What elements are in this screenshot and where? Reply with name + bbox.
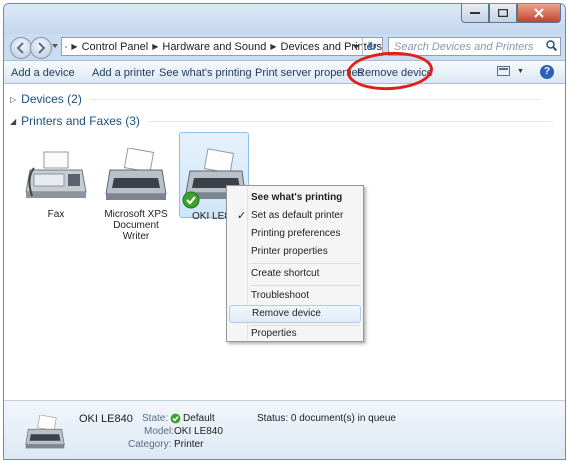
devices-group-header[interactable]: ▷ Devices (2) — [10, 92, 540, 106]
menu-item-printing-preferences[interactable]: Printing preferences — [229, 225, 361, 243]
printers-group-header[interactable]: ◢ Printers and Faxes (3) — [10, 114, 553, 128]
details-state-label: State: — [142, 413, 169, 424]
menu-separator — [250, 263, 360, 264]
devices-group-label: Devices (2) — [21, 92, 82, 106]
add-device-button[interactable]: Add a device — [11, 67, 75, 79]
breadcrumb-separator-icon: ▶ — [152, 42, 159, 51]
command-bar: Add a device Add a printer See what's pr… — [4, 60, 565, 84]
details-state-value: Default — [183, 413, 215, 424]
details-category-label: Category: — [128, 439, 172, 450]
navigation-bar: ▶ Control Panel ▶ Hardware and Sound ▶ D… — [4, 34, 565, 60]
device-fax[interactable]: Fax — [21, 148, 91, 220]
back-arrow-icon — [16, 42, 24, 54]
see-whats-printing-button[interactable]: See what's printing — [159, 67, 252, 79]
group-divider — [147, 120, 553, 122]
menu-separator — [250, 285, 360, 286]
address-bar[interactable]: ▶ Control Panel ▶ Hardware and Sound ▶ D… — [61, 37, 383, 56]
help-button[interactable]: ? — [540, 65, 554, 79]
window-controls — [461, 4, 561, 23]
device-microsoft-xps-document-writer[interactable]: Microsoft XPS Document Writer — [101, 147, 171, 242]
devices-and-printers-window: ▶ Control Panel ▶ Hardware and Sound ▶ D… — [3, 3, 566, 460]
search-placeholder: Search Devices and Printers — [394, 40, 534, 53]
breadcrumb-hardware-and-sound[interactable]: Hardware and Sound — [162, 41, 266, 53]
menu-item-set-as-default-printer[interactable]: ✓ Set as default printer — [229, 207, 361, 225]
device-label: OKI LE8 — [192, 211, 230, 222]
device-label: Fax — [47, 209, 65, 220]
details-pane: OKI LE840 State: Default Status: 0 docum… — [4, 400, 565, 459]
group-divider — [89, 98, 540, 100]
control-panel-icon — [65, 45, 68, 48]
minimize-button[interactable] — [461, 4, 489, 23]
expand-icon: ▷ — [10, 94, 17, 104]
back-button[interactable] — [10, 37, 32, 59]
help-icon: ? — [543, 66, 551, 77]
details-model-label: Model: — [144, 426, 175, 437]
checkmark-icon: ✓ — [237, 210, 247, 222]
change-view-button[interactable]: ▼ — [497, 66, 524, 77]
add-printer-button[interactable]: Add a printer — [92, 67, 155, 79]
fax-icon — [25, 151, 87, 198]
printer-icon — [105, 147, 167, 200]
maximize-button[interactable] — [489, 4, 517, 23]
refresh-icon: ↻ — [367, 41, 378, 53]
breadcrumb-control-panel[interactable]: Control Panel — [82, 41, 149, 53]
device-label: Microsoft XPS Document Writer — [104, 209, 168, 242]
context-menu: See what's printing ✓ Set as default pri… — [226, 185, 364, 342]
menu-item-create-shortcut[interactable]: Create shortcut — [229, 265, 361, 283]
collapse-icon: ◢ — [10, 116, 17, 126]
title-bar — [4, 4, 565, 34]
forward-arrow-icon — [38, 42, 46, 54]
printers-group-label: Printers and Faxes (3) — [21, 114, 140, 128]
menu-item-printer-properties[interactable]: Printer properties — [229, 243, 361, 261]
details-device-name: OKI LE840 — [79, 413, 133, 425]
default-checkmark-icon — [182, 191, 200, 209]
menu-item-label: Set as default printer — [251, 210, 344, 221]
close-button[interactable] — [517, 4, 561, 23]
device-list-pane: ▷ Devices (2) ◢ Printers and Faxes (3) F… — [4, 84, 565, 400]
details-category-value: Printer — [174, 439, 204, 450]
search-icon[interactable] — [542, 39, 560, 54]
chevron-down-icon: ▼ — [517, 68, 524, 75]
menu-item-troubleshoot[interactable]: Troubleshoot — [229, 287, 361, 305]
menu-item-properties[interactable]: Properties — [229, 325, 361, 343]
default-checkmark-icon — [170, 413, 181, 424]
address-history-dropdown[interactable] — [353, 45, 359, 49]
forward-button[interactable] — [30, 37, 52, 59]
details-status: Status: 0 document(s) in queue — [257, 413, 396, 424]
breadcrumb-separator-icon: ▶ — [270, 42, 277, 51]
printer-icon — [25, 415, 65, 449]
recent-pages-dropdown[interactable] — [52, 44, 58, 48]
details-model-value: OKI LE840 — [174, 426, 223, 437]
close-icon — [534, 8, 544, 18]
view-options-icon — [497, 66, 510, 76]
maximize-icon — [498, 9, 508, 17]
breadcrumb-separator-icon: ▶ — [71, 42, 78, 51]
menu-item-remove-device[interactable]: Remove device — [229, 305, 361, 323]
menu-item-see-whats-printing[interactable]: See what's printing — [229, 189, 361, 207]
minimize-icon — [470, 12, 480, 14]
